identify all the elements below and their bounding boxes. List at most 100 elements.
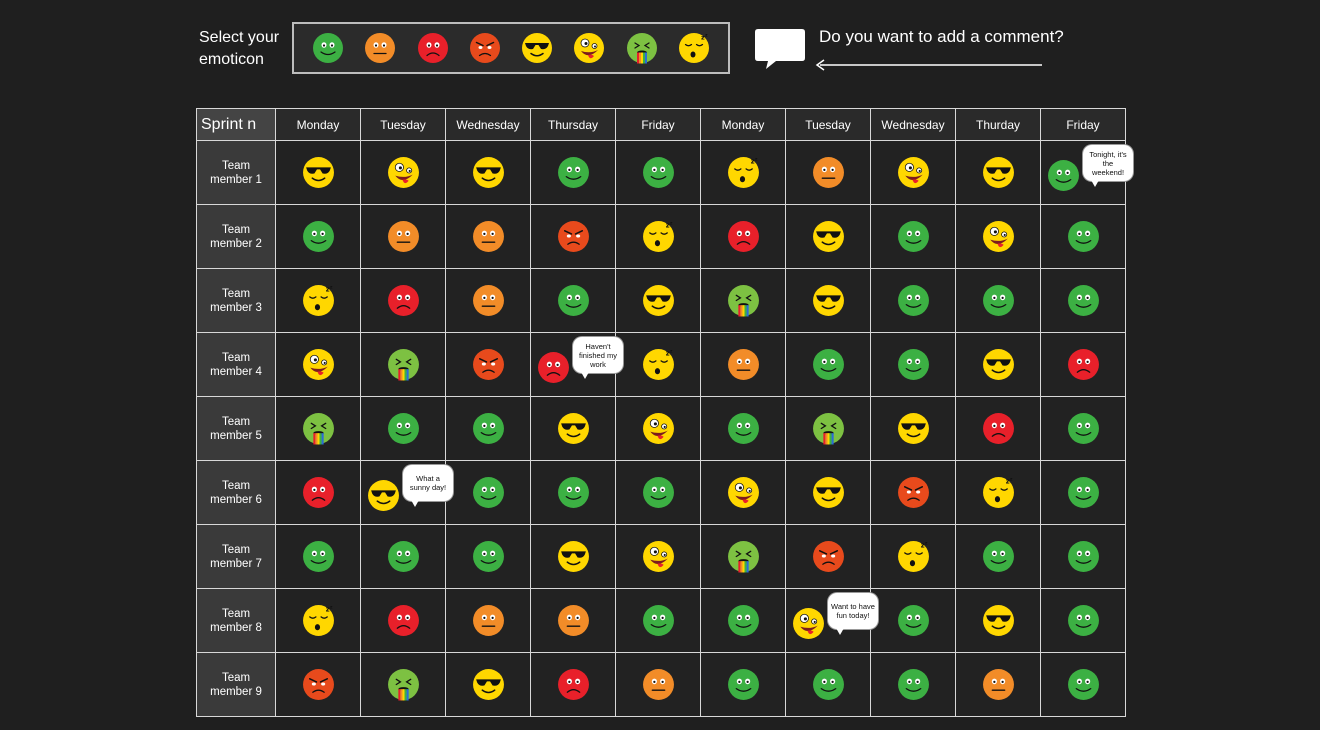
mood-cell[interactable] (275, 524, 361, 589)
mood-cell[interactable] (700, 396, 786, 461)
cool-emoticon-icon[interactable] (521, 32, 553, 64)
mood-cell[interactable] (530, 140, 616, 205)
mood-cell[interactable] (1040, 268, 1126, 333)
mood-cell[interactable] (615, 268, 701, 333)
mood-cell[interactable] (445, 524, 531, 589)
mood-cell[interactable] (955, 140, 1041, 205)
mood-cell[interactable] (700, 268, 786, 333)
mood-cell[interactable] (785, 332, 871, 397)
mood-cell[interactable] (785, 652, 871, 717)
mood-cell[interactable] (530, 524, 616, 589)
mood-cell[interactable] (445, 588, 531, 653)
mood-cell[interactable] (275, 332, 361, 397)
sleepy-emoticon-icon[interactable]: zz (678, 32, 710, 64)
mood-cell[interactable] (615, 460, 701, 525)
mood-cell[interactable] (955, 396, 1041, 461)
mood-cell[interactable] (445, 332, 531, 397)
mood-cell[interactable] (530, 204, 616, 269)
mood-cell[interactable] (700, 588, 786, 653)
mood-cell[interactable]: Haven't finished my work (530, 332, 623, 397)
mood-cell[interactable] (870, 268, 956, 333)
mood-cell[interactable] (785, 524, 871, 589)
mood-cell[interactable] (445, 204, 531, 269)
mood-cell[interactable] (785, 396, 871, 461)
mood-cell[interactable] (445, 268, 531, 333)
silly-emoticon-icon[interactable] (573, 32, 605, 64)
mood-cell[interactable] (360, 204, 446, 269)
mood-cell[interactable] (275, 140, 361, 205)
mood-cell[interactable] (275, 460, 361, 525)
mood-cell[interactable] (445, 140, 531, 205)
mood-cell[interactable] (700, 332, 786, 397)
angry-emoticon-icon[interactable] (469, 32, 501, 64)
mood-cell[interactable]: zz (275, 588, 361, 653)
mood-cell[interactable]: zz (615, 332, 701, 397)
mood-cell[interactable]: zz (870, 524, 956, 589)
mood-cell[interactable] (1040, 460, 1126, 525)
mood-cell[interactable] (700, 652, 786, 717)
mood-cell[interactable] (955, 268, 1041, 333)
mood-cell[interactable] (530, 588, 616, 653)
mood-cell[interactable] (1040, 332, 1126, 397)
comment-bubble-icon[interactable] (754, 27, 806, 71)
mood-cell[interactable] (360, 268, 446, 333)
mood-cell[interactable] (955, 588, 1041, 653)
mood-cell[interactable]: Want to have fun today! (785, 588, 878, 653)
mood-cell[interactable] (360, 588, 446, 653)
mood-cell[interactable] (360, 140, 446, 205)
mood-cell[interactable] (870, 140, 956, 205)
mood-cell[interactable] (445, 396, 531, 461)
mood-cell[interactable] (955, 524, 1041, 589)
mood-cell[interactable] (445, 460, 531, 525)
sad-emoticon-icon[interactable] (417, 32, 449, 64)
mood-cell[interactable] (530, 652, 616, 717)
mood-cell[interactable] (615, 524, 701, 589)
mood-cell[interactable] (700, 524, 786, 589)
mood-cell[interactable] (1040, 588, 1126, 653)
mood-cell[interactable] (700, 204, 786, 269)
mood-cell[interactable] (785, 140, 871, 205)
mood-cell[interactable] (530, 396, 616, 461)
happy-emoticon-icon[interactable] (312, 32, 344, 64)
mood-cell[interactable] (870, 396, 956, 461)
mood-cell[interactable]: Tonight, it's the weekend! (1040, 140, 1133, 205)
mood-cell[interactable] (615, 140, 701, 205)
neutral-emoticon-icon[interactable] (364, 32, 396, 64)
mood-cell[interactable] (1040, 652, 1126, 717)
mood-cell[interactable]: What a sunny day! (360, 460, 453, 525)
sick-emoticon-icon[interactable] (626, 32, 658, 64)
mood-cell[interactable] (360, 652, 446, 717)
mood-cell[interactable] (615, 652, 701, 717)
mood-cell[interactable] (955, 204, 1041, 269)
mood-cell[interactable] (275, 652, 361, 717)
mood-cell[interactable] (445, 652, 531, 717)
mood-cell[interactable] (870, 204, 956, 269)
mood-cell[interactable] (615, 588, 701, 653)
mood-cell[interactable] (275, 204, 361, 269)
mood-cell[interactable] (360, 524, 446, 589)
mood-cell[interactable] (1040, 524, 1126, 589)
mood-cell[interactable]: zz (955, 460, 1041, 525)
mood-cell[interactable] (870, 652, 956, 717)
mood-cell[interactable] (530, 460, 616, 525)
mood-cell[interactable] (785, 268, 871, 333)
mood-cell[interactable] (785, 460, 871, 525)
mood-cell[interactable] (785, 204, 871, 269)
mood-cell[interactable] (700, 460, 786, 525)
mood-cell[interactable] (870, 588, 956, 653)
mood-cell[interactable] (955, 332, 1041, 397)
mood-cell[interactable] (955, 652, 1041, 717)
mood-cell[interactable] (1040, 396, 1126, 461)
mood-cell[interactable]: zz (615, 204, 701, 269)
mood-cell[interactable]: zz (275, 268, 361, 333)
mood-cell[interactable] (530, 268, 616, 333)
mood-cell[interactable] (360, 396, 446, 461)
mood-cell[interactable] (870, 460, 956, 525)
mood-cell[interactable] (1040, 204, 1126, 269)
mood-cell[interactable] (275, 396, 361, 461)
team-member-row: Team member 7 zz (196, 524, 1126, 589)
mood-cell[interactable]: zz (700, 140, 786, 205)
mood-cell[interactable] (870, 332, 956, 397)
mood-cell[interactable] (360, 332, 446, 397)
mood-cell[interactable] (615, 396, 701, 461)
